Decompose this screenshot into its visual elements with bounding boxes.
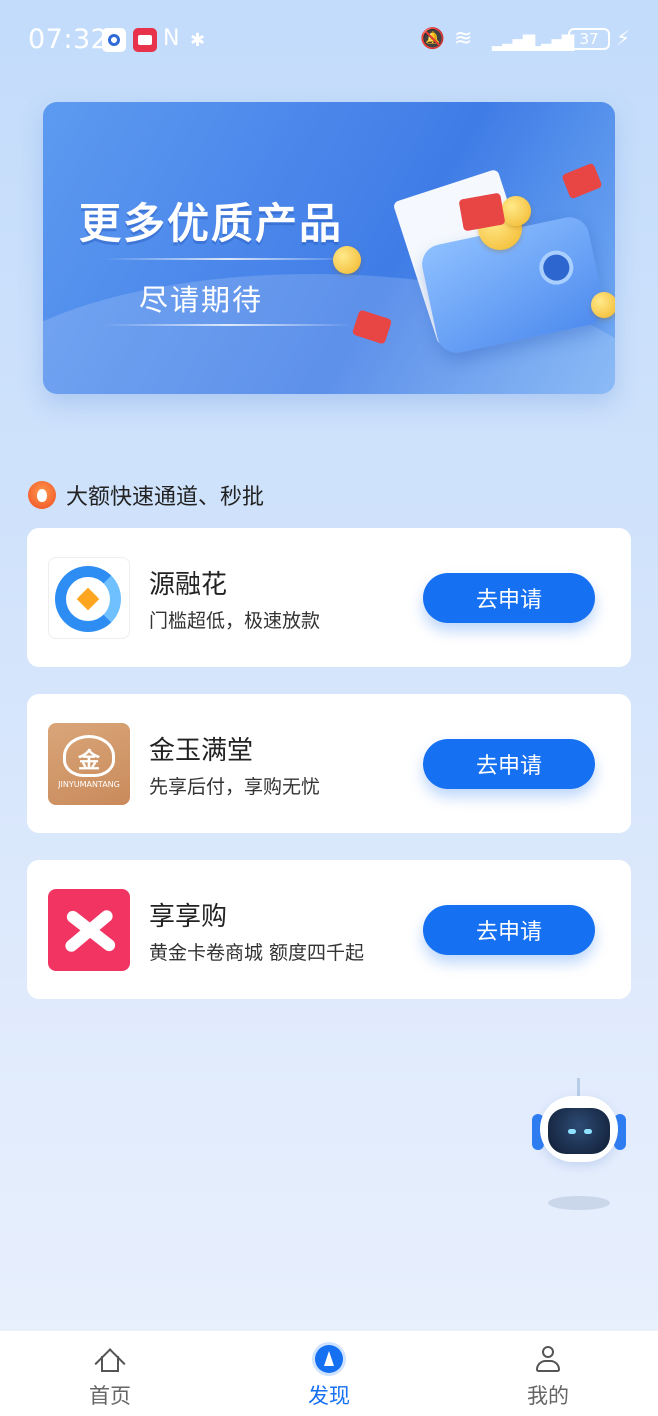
mute-icon: 🔕 — [420, 26, 445, 50]
coin-icon — [333, 246, 361, 274]
signal-icon-1: ▂▃▅▇ — [492, 32, 535, 51]
product-name: 金玉满堂 — [149, 736, 254, 766]
user-icon — [534, 1345, 562, 1373]
logo-mark: 金 — [77, 749, 100, 774]
section-header: 大额快速通道、秒批 — [28, 480, 264, 510]
yuanronghua-logo-icon — [48, 557, 130, 639]
app-notification-icon — [102, 28, 126, 52]
xiangxianggou-logo-icon — [48, 889, 130, 971]
banner-title: 更多优质产品 — [79, 199, 344, 248]
nav-label: 首页 — [89, 1384, 131, 1408]
fire-icon — [28, 481, 56, 509]
coin-icon — [591, 292, 615, 318]
section-title: 大额快速通道、秒批 — [66, 485, 265, 510]
assistant-robot-button[interactable] — [528, 1078, 630, 1218]
nav-label: 我的 — [527, 1384, 569, 1408]
signal-icon-2: ▂▃▅▇ — [531, 32, 574, 51]
nav-item-home[interactable]: 首页 — [50, 1331, 170, 1416]
nav-item-me[interactable]: 我的 — [488, 1331, 608, 1416]
apply-button[interactable]: 去申请 — [423, 905, 595, 955]
product-description: 黄金卡卷商城 额度四千起 — [149, 942, 365, 964]
battery-icon: 37 — [568, 28, 610, 50]
nfc-icon: N — [163, 26, 180, 51]
red-envelope-icon — [351, 309, 393, 345]
product-card-jinyumantang[interactable]: 金 JINYUMANTANG 金玉满堂 先享后付，享购无忧 去申请 — [27, 694, 631, 833]
product-name: 源融花 — [149, 570, 228, 600]
message-notification-icon — [133, 28, 157, 52]
banner-divider-top — [103, 258, 353, 260]
charging-icon: ⚡ — [616, 26, 631, 50]
discover-icon — [315, 1345, 343, 1373]
logo-subtext: JINYUMANTANG — [58, 780, 120, 789]
product-card-xiangxianggou[interactable]: 享享购 黄金卡卷商城 额度四千起 去申请 — [27, 860, 631, 999]
product-card-yuanronghua[interactable]: 源融花 门槛超低，极速放款 去申请 — [27, 528, 631, 667]
nav-item-discover[interactable]: 发现 — [269, 1331, 389, 1416]
coin-icon — [501, 196, 531, 226]
banner-subtitle: 尽请期待 — [139, 283, 264, 317]
product-name: 享享购 — [149, 902, 228, 932]
status-bar: 07:32 N ✱ 🔕 ≋ ▂▃▅▇ ▂▃▅▇ 37 ⚡ — [0, 0, 658, 80]
bottom-navigation: 首页 发现 我的 — [0, 1330, 658, 1416]
wifi-icon: ≋ — [454, 26, 473, 51]
red-envelope-icon — [561, 162, 603, 200]
jinyumantang-logo-icon: 金 JINYUMANTANG — [48, 723, 130, 805]
promo-banner[interactable]: 更多优质产品 尽请期待 — [43, 102, 615, 394]
banner-divider-bottom — [103, 324, 353, 326]
product-description: 门槛超低，极速放款 — [149, 610, 321, 632]
bluetooth-icon: ✱ — [190, 30, 206, 51]
apply-button[interactable]: 去申请 — [423, 739, 595, 789]
nav-label: 发现 — [308, 1384, 350, 1408]
apply-button[interactable]: 去申请 — [423, 573, 595, 623]
product-description: 先享后付，享购无忧 — [149, 776, 321, 798]
home-icon — [94, 1345, 126, 1380]
status-time: 07:32 — [28, 24, 109, 55]
